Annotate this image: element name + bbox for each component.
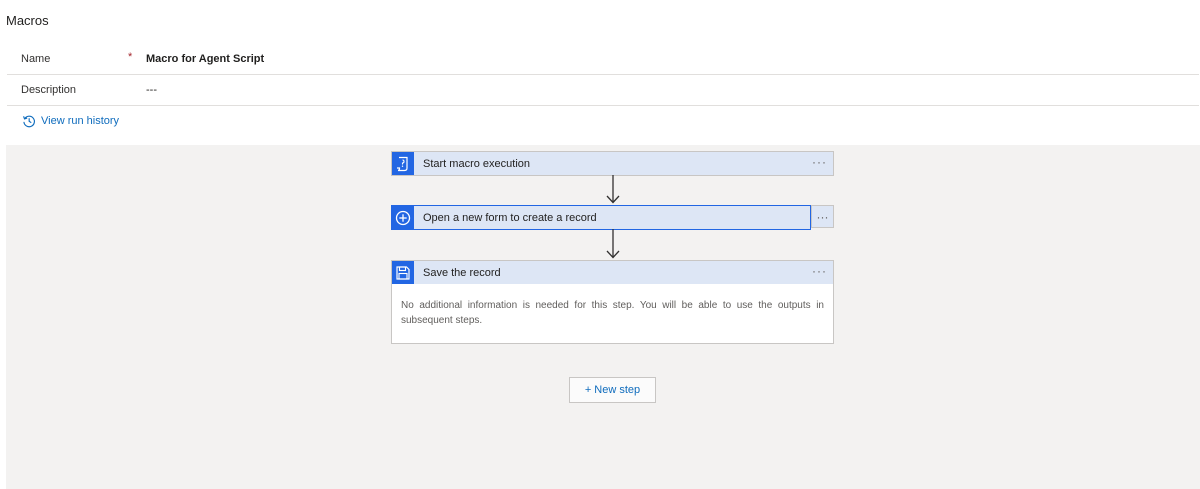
arrow-down-icon bbox=[606, 175, 620, 204]
name-label: Name bbox=[21, 53, 51, 65]
history-icon bbox=[23, 115, 35, 128]
step-title: Start macro execution bbox=[423, 157, 530, 170]
step-header[interactable]: Open a new form to create a record bbox=[392, 206, 810, 229]
view-run-history-link[interactable]: View run history bbox=[22, 114, 119, 128]
step-open-new-form[interactable]: Open a new form to create a record bbox=[391, 205, 811, 230]
view-run-history-label: View run history bbox=[41, 115, 120, 127]
description-field[interactable]: --- bbox=[146, 84, 157, 96]
save-icon bbox=[392, 261, 414, 284]
step-description: No additional information is needed for … bbox=[401, 300, 824, 326]
step-title: Save the record bbox=[423, 266, 501, 279]
page-title: Macros bbox=[6, 13, 49, 28]
step-title: Open a new form to create a record bbox=[423, 211, 597, 224]
name-field-row: Name * Macro for Agent Script bbox=[7, 43, 1199, 75]
required-marker: * bbox=[128, 51, 133, 63]
more-options-icon[interactable]: ··· bbox=[812, 264, 827, 278]
step-start-macro-execution[interactable]: Start macro execution ··· bbox=[391, 151, 834, 176]
description-field-row: Description --- bbox=[7, 74, 1199, 106]
description-label: Description bbox=[21, 84, 77, 96]
script-icon bbox=[392, 152, 414, 175]
step-header[interactable]: Save the record ··· bbox=[392, 261, 833, 284]
add-circle-icon bbox=[392, 206, 414, 229]
more-options-icon[interactable]: ··· bbox=[812, 155, 827, 169]
step-save-the-record[interactable]: Save the record ··· No additional inform… bbox=[391, 260, 834, 344]
flow-designer-canvas: Start macro execution ··· Open a new for… bbox=[6, 145, 1200, 489]
step-header[interactable]: Start macro execution ··· bbox=[392, 152, 833, 175]
name-field[interactable]: Macro for Agent Script bbox=[146, 53, 264, 65]
new-step-button[interactable]: + New step bbox=[569, 377, 656, 403]
arrow-down-icon bbox=[606, 229, 620, 259]
more-options-icon[interactable]: ··· bbox=[811, 205, 834, 228]
